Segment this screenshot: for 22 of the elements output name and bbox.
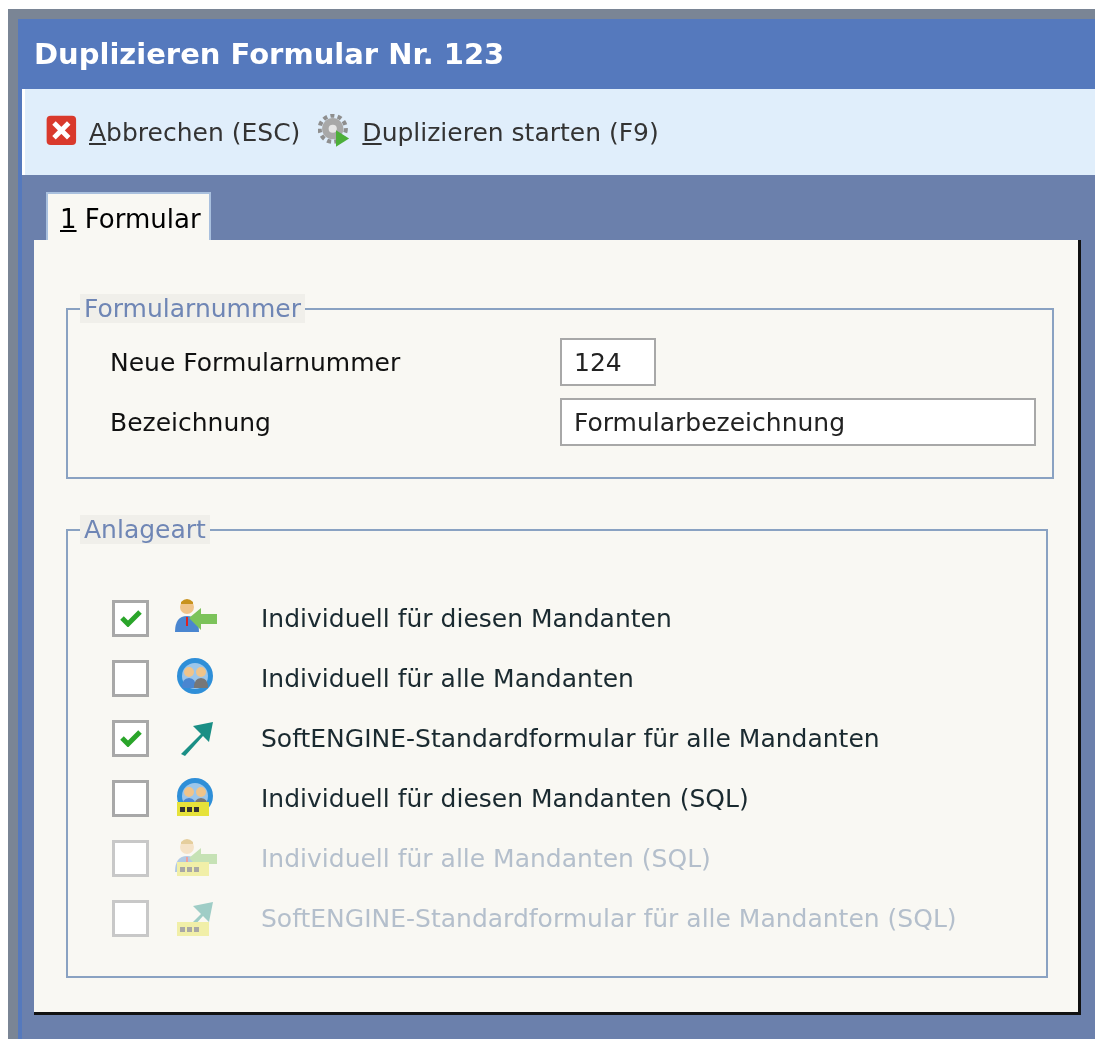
checkbox[interactable] (112, 719, 149, 757)
group-title: Formularnummer (80, 294, 305, 323)
tab[interactable]: 1 Formular (46, 192, 211, 240)
cancel-button[interactable]: Abbrechen (ESC) (43, 110, 303, 154)
start-button[interactable]: Duplizieren starten (F9) (316, 110, 661, 154)
option-label: Individuell für alle Mandanten (261, 663, 634, 693)
option-label: Individuell für diesen Mandanten (SQL) (261, 783, 749, 813)
input-field[interactable]: Formularbezeichnung (560, 398, 1036, 446)
checkbox[interactable] (112, 599, 149, 637)
group-title: Anlageart (80, 515, 210, 544)
option-label: Individuell für alle Mandanten (SQL) (261, 843, 711, 873)
field-label: Neue Formularnummer (110, 347, 402, 377)
checkbox[interactable] (112, 659, 149, 697)
option-label: SoftENGINE-Standardformular für alle Mandanten (261, 723, 880, 753)
input-field[interactable]: 124 (560, 338, 656, 386)
check-icon (119, 609, 142, 627)
checkbox[interactable] (112, 779, 149, 817)
field-label: Bezeichnung (110, 407, 272, 437)
check-icon (119, 729, 142, 747)
option-label: SoftENGINE-Standardformular für alle Mandanten (SQL) (261, 903, 957, 933)
option-label: Individuell für diesen Mandanten (261, 603, 672, 633)
window-title: Duplizieren Formular Nr. 123 (33, 36, 506, 73)
